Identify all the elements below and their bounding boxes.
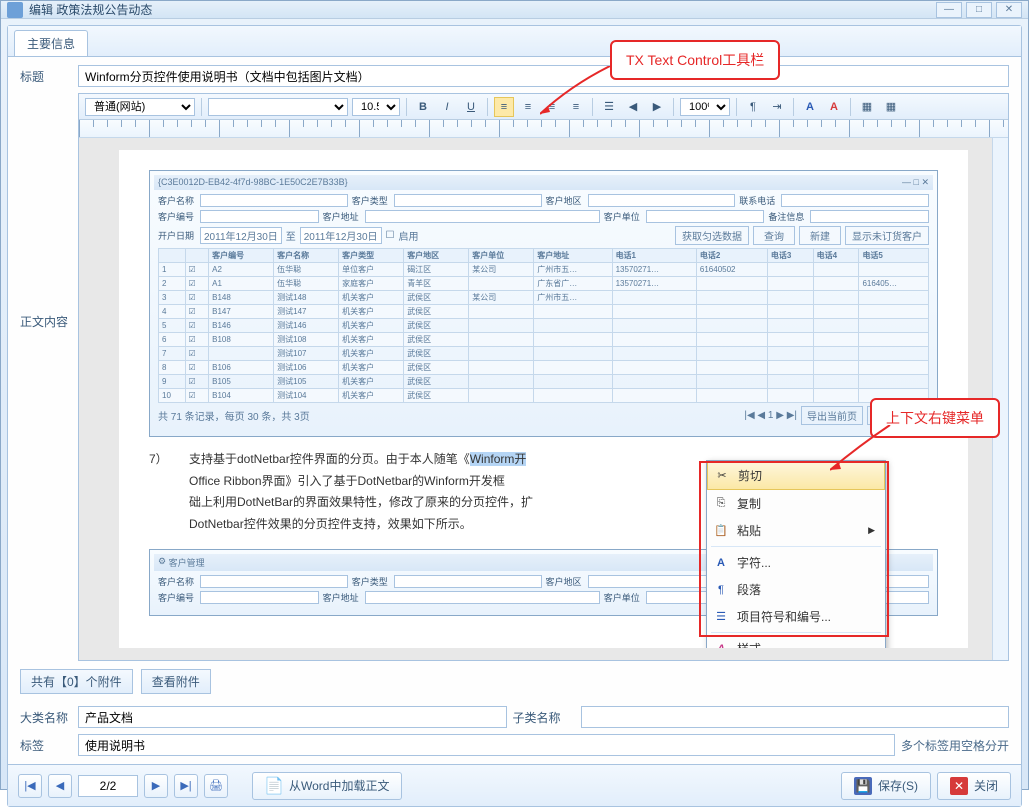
- title-label: 标题: [20, 68, 72, 85]
- emb-max-icon: □: [914, 177, 919, 188]
- minimize-button[interactable]: —: [936, 2, 962, 18]
- title-row: 标题: [20, 65, 1009, 87]
- prev-page-button[interactable]: ◀: [48, 774, 72, 798]
- editor-toolbar: 普通(网站) 10.5 B I U ≡ ≡ ≡ ≡ ☰: [79, 94, 1008, 120]
- align-center-button[interactable]: ≡: [518, 97, 538, 117]
- tags-label: 标签: [20, 737, 72, 754]
- style-select[interactable]: 普通(网站): [85, 98, 195, 116]
- ruler: [79, 120, 1008, 138]
- align-right-button[interactable]: ≡: [542, 97, 562, 117]
- tab-header: 主要信息: [8, 26, 1021, 57]
- tab-main-info[interactable]: 主要信息: [14, 30, 88, 56]
- maximize-button[interactable]: □: [966, 2, 992, 18]
- redbox-contextmenu: [699, 461, 889, 637]
- indent-button[interactable]: ▶: [647, 97, 667, 117]
- attachments-count: 共有【0】个附件: [20, 669, 133, 694]
- style-icon: A: [713, 641, 729, 649]
- more1-button[interactable]: ▦: [857, 97, 877, 117]
- callout-contextmenu: 上下文右键菜单: [870, 398, 1000, 438]
- tags-hint: 多个标签用空格分开: [901, 737, 1009, 754]
- selected-text: Winform开: [470, 452, 527, 466]
- list-button[interactable]: ☰: [599, 97, 619, 117]
- category-input[interactable]: [78, 706, 507, 728]
- tags-input[interactable]: [78, 734, 895, 756]
- font-color-button[interactable]: A: [824, 97, 844, 117]
- titlebar: 编辑 政策法规公告动态 — □ ✕: [1, 1, 1028, 19]
- next-page-button[interactable]: ▶: [144, 774, 168, 798]
- char-format-button[interactable]: A: [800, 97, 820, 117]
- edit-window: 编辑 政策法规公告动态 — □ ✕ 主要信息 标题 正文内容 普通(网站): [0, 0, 1029, 790]
- tab-marks-button[interactable]: ⇥: [767, 97, 787, 117]
- window-title: 编辑 政策法规公告动态: [29, 1, 152, 18]
- close-icon: ✕: [950, 777, 968, 795]
- subcategory-label: 子类名称: [513, 709, 575, 726]
- load-from-word-button[interactable]: 📄从Word中加载正文: [252, 772, 402, 800]
- save-button[interactable]: 💾保存(S): [841, 772, 931, 800]
- gear-icon: ⚙: [158, 556, 166, 569]
- callout-toolbar: TX Text Control工具栏: [610, 40, 780, 80]
- view-attachments-button[interactable]: 查看附件: [141, 669, 211, 694]
- title-input[interactable]: [78, 65, 1009, 87]
- tags-row: 标签 多个标签用空格分开: [20, 734, 1009, 756]
- content-label: 正文内容: [20, 313, 72, 330]
- align-left-button[interactable]: ≡: [494, 97, 514, 117]
- zoom-select[interactable]: 100%: [680, 98, 730, 116]
- italic-button[interactable]: I: [437, 97, 457, 117]
- font-size-select[interactable]: 10.5: [352, 98, 400, 116]
- last-page-button[interactable]: ▶|: [174, 774, 198, 798]
- emb-table: 客户编号客户名称客户类型客户地区客户单位客户地址电话1电话2电话3电话4电话5 …: [158, 248, 929, 403]
- emb-win-title: {C3E0012D-EB42-4f7d-98BC-1E50C2E7B33B}: [158, 177, 348, 188]
- emb-min-icon: —: [902, 177, 911, 188]
- bold-button[interactable]: B: [413, 97, 433, 117]
- footer: |◀ ◀ 2/2 ▶ ▶| 🖨 📄从Word中加载正文 💾保存(S) ✕关闭: [8, 764, 1021, 806]
- word-icon: 📄: [265, 777, 283, 795]
- align-justify-button[interactable]: ≡: [566, 97, 586, 117]
- close-button[interactable]: ✕: [996, 2, 1022, 18]
- category-label: 大类名称: [20, 709, 72, 726]
- close-form-button[interactable]: ✕关闭: [937, 772, 1011, 800]
- pilcrow-button[interactable]: ¶: [743, 97, 763, 117]
- underline-button[interactable]: U: [461, 97, 481, 117]
- attachments-bar: 共有【0】个附件 查看附件: [20, 667, 1009, 696]
- app-icon: [7, 2, 23, 18]
- more2-button[interactable]: ▦: [881, 97, 901, 117]
- print-button[interactable]: 🖨: [204, 774, 228, 798]
- embedded-screenshot-1: {C3E0012D-EB42-4f7d-98BC-1E50C2E7B33B}— …: [149, 170, 938, 437]
- subcategory-input[interactable]: [581, 706, 1010, 728]
- first-page-button[interactable]: |◀: [18, 774, 42, 798]
- category-row: 大类名称 子类名称: [20, 706, 1009, 728]
- save-icon: 💾: [854, 777, 872, 795]
- page-indicator: 2/2: [78, 775, 138, 797]
- ctx-style[interactable]: A样式...: [707, 635, 885, 648]
- emb-close-icon: ✕: [921, 177, 929, 188]
- outdent-button[interactable]: ◀: [623, 97, 643, 117]
- font-family-select[interactable]: [208, 98, 348, 116]
